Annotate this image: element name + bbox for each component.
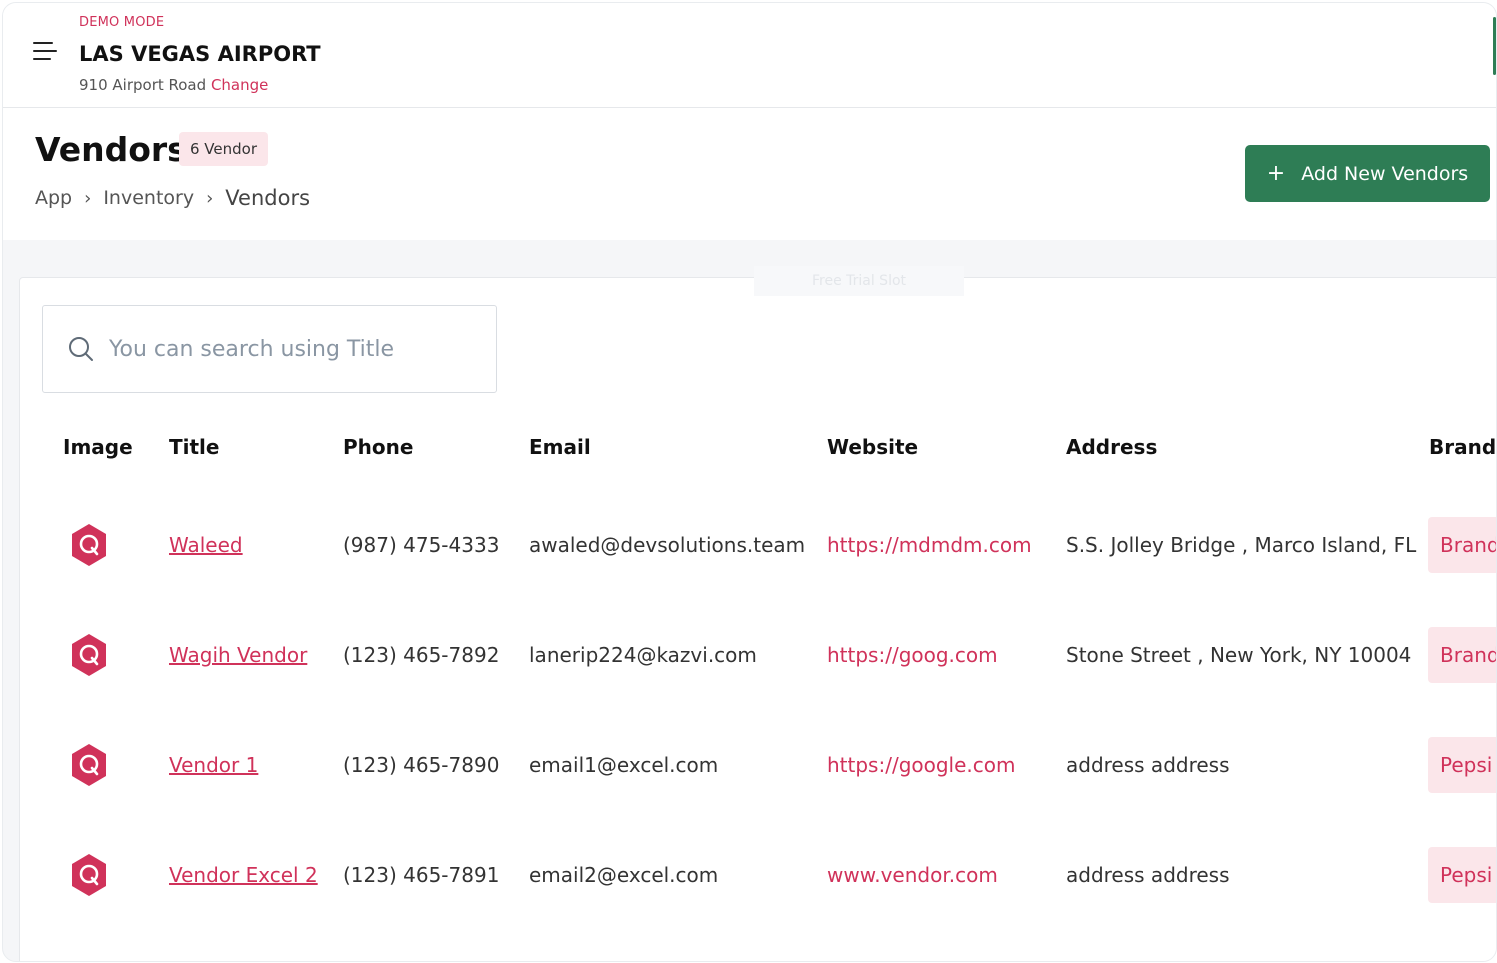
- store-address-line: 910 Airport Road Change: [79, 76, 268, 94]
- vendor-title-link[interactable]: Vendor Excel 2: [169, 863, 318, 887]
- breadcrumb: App › Inventory › Vendors: [35, 186, 310, 210]
- vendor-title-link[interactable]: Vendor 1: [169, 753, 258, 777]
- table-row[interactable]: Waleed (987) 475-4333 awaled@devsolution…: [20, 490, 1496, 600]
- breadcrumb-inventory[interactable]: Inventory: [103, 187, 194, 209]
- app-window: DEMO MODE LAS VEGAS AIRPORT 910 Airport …: [2, 2, 1497, 962]
- vendor-email: awaled@devsolutions.team: [529, 533, 806, 557]
- vendor-website-link[interactable]: https://goog.com: [827, 643, 998, 667]
- page-header: Vendors 6 Vendor App › Inventory › Vendo…: [3, 108, 1496, 240]
- vendor-website-link[interactable]: www.vendor.com: [827, 863, 998, 887]
- brand-chip: Pepsi: [1428, 737, 1496, 793]
- vendor-logo-icon: [72, 634, 106, 676]
- hamburger-menu-icon[interactable]: [33, 39, 59, 65]
- vendor-title-link[interactable]: Waleed: [169, 533, 243, 557]
- plus-icon: +: [1266, 161, 1286, 186]
- brand-chip: Pepsi: [1428, 847, 1496, 903]
- table-row[interactable]: Vendor Excel 2 (123) 465-7891 email2@exc…: [20, 820, 1496, 930]
- table-row[interactable]: Vendor 1 (123) 465-7890 email1@excel.com…: [20, 710, 1496, 820]
- top-bar: DEMO MODE LAS VEGAS AIRPORT 910 Airport …: [3, 3, 1496, 108]
- vendor-logo-icon: [72, 524, 106, 566]
- add-new-vendors-button[interactable]: + Add New Vendors: [1245, 145, 1490, 202]
- vendor-image: [70, 490, 108, 600]
- column-header-brands[interactable]: Brands: [1429, 435, 1496, 459]
- vendor-count-badge: 6 Vendor: [179, 132, 269, 166]
- column-header-title[interactable]: Title: [169, 435, 219, 459]
- column-header-phone[interactable]: Phone: [343, 435, 413, 459]
- vendor-phone: (123) 465-7891: [343, 863, 500, 887]
- vendor-address: Stone Street , New York, NY 10004: [1066, 643, 1412, 667]
- search-icon: [69, 337, 93, 361]
- store-address: 910 Airport Road: [79, 76, 207, 94]
- column-header-image: Image: [63, 435, 133, 459]
- vendor-website-link[interactable]: https://mdmdm.com: [827, 533, 1032, 557]
- free-trial-tab: Free Trial Slot: [754, 266, 964, 296]
- vendor-address: S.S. Jolley Bridge , Marco Island, FL: [1066, 533, 1417, 557]
- vendor-image: [70, 820, 108, 930]
- vendor-image: [70, 600, 108, 710]
- brand-chip: Brand: [1428, 517, 1496, 573]
- search-input[interactable]: [107, 335, 471, 363]
- brand-chip: Brand: [1428, 627, 1496, 683]
- vendor-email: lanerip224@kazvi.com: [529, 643, 757, 667]
- vendor-phone: (123) 465-7890: [343, 753, 500, 777]
- store-name: LAS VEGAS AIRPORT: [79, 42, 321, 66]
- vendor-logo-icon: [72, 744, 106, 786]
- vendor-title-link[interactable]: Wagih Vendor: [169, 643, 307, 667]
- vendor-email: email1@excel.com: [529, 753, 719, 777]
- table-row[interactable]: Wagih Vendor (123) 465-7892 lanerip224@k…: [20, 600, 1496, 710]
- page-title: Vendors: [35, 130, 187, 169]
- vendors-table-card: Free Trial Slot Image Title Phone Email …: [19, 266, 1496, 961]
- column-header-email[interactable]: Email: [529, 435, 591, 459]
- vendor-website-link[interactable]: https://google.com: [827, 753, 1016, 777]
- demo-mode-label: DEMO MODE: [79, 15, 165, 30]
- column-header-address[interactable]: Address: [1066, 435, 1157, 459]
- vendor-phone: (987) 475-4333: [343, 533, 500, 557]
- vendor-address: address address: [1066, 863, 1230, 887]
- vendor-email: email2@excel.com: [529, 863, 719, 887]
- vendor-logo-icon: [72, 854, 106, 896]
- search-box[interactable]: [42, 305, 497, 393]
- column-header-website[interactable]: Website: [827, 435, 918, 459]
- topbar-edge-accent: [1493, 17, 1496, 75]
- add-new-vendors-label: Add New Vendors: [1301, 162, 1469, 185]
- chevron-right-icon: ›: [84, 187, 92, 209]
- vendor-address: address address: [1066, 753, 1230, 777]
- change-store-link[interactable]: Change: [211, 76, 268, 94]
- vendor-image: [70, 710, 108, 820]
- breadcrumb-app[interactable]: App: [35, 187, 72, 209]
- vendor-phone: (123) 465-7892: [343, 643, 500, 667]
- chevron-right-icon: ›: [206, 187, 214, 209]
- breadcrumb-vendors: Vendors: [225, 186, 311, 210]
